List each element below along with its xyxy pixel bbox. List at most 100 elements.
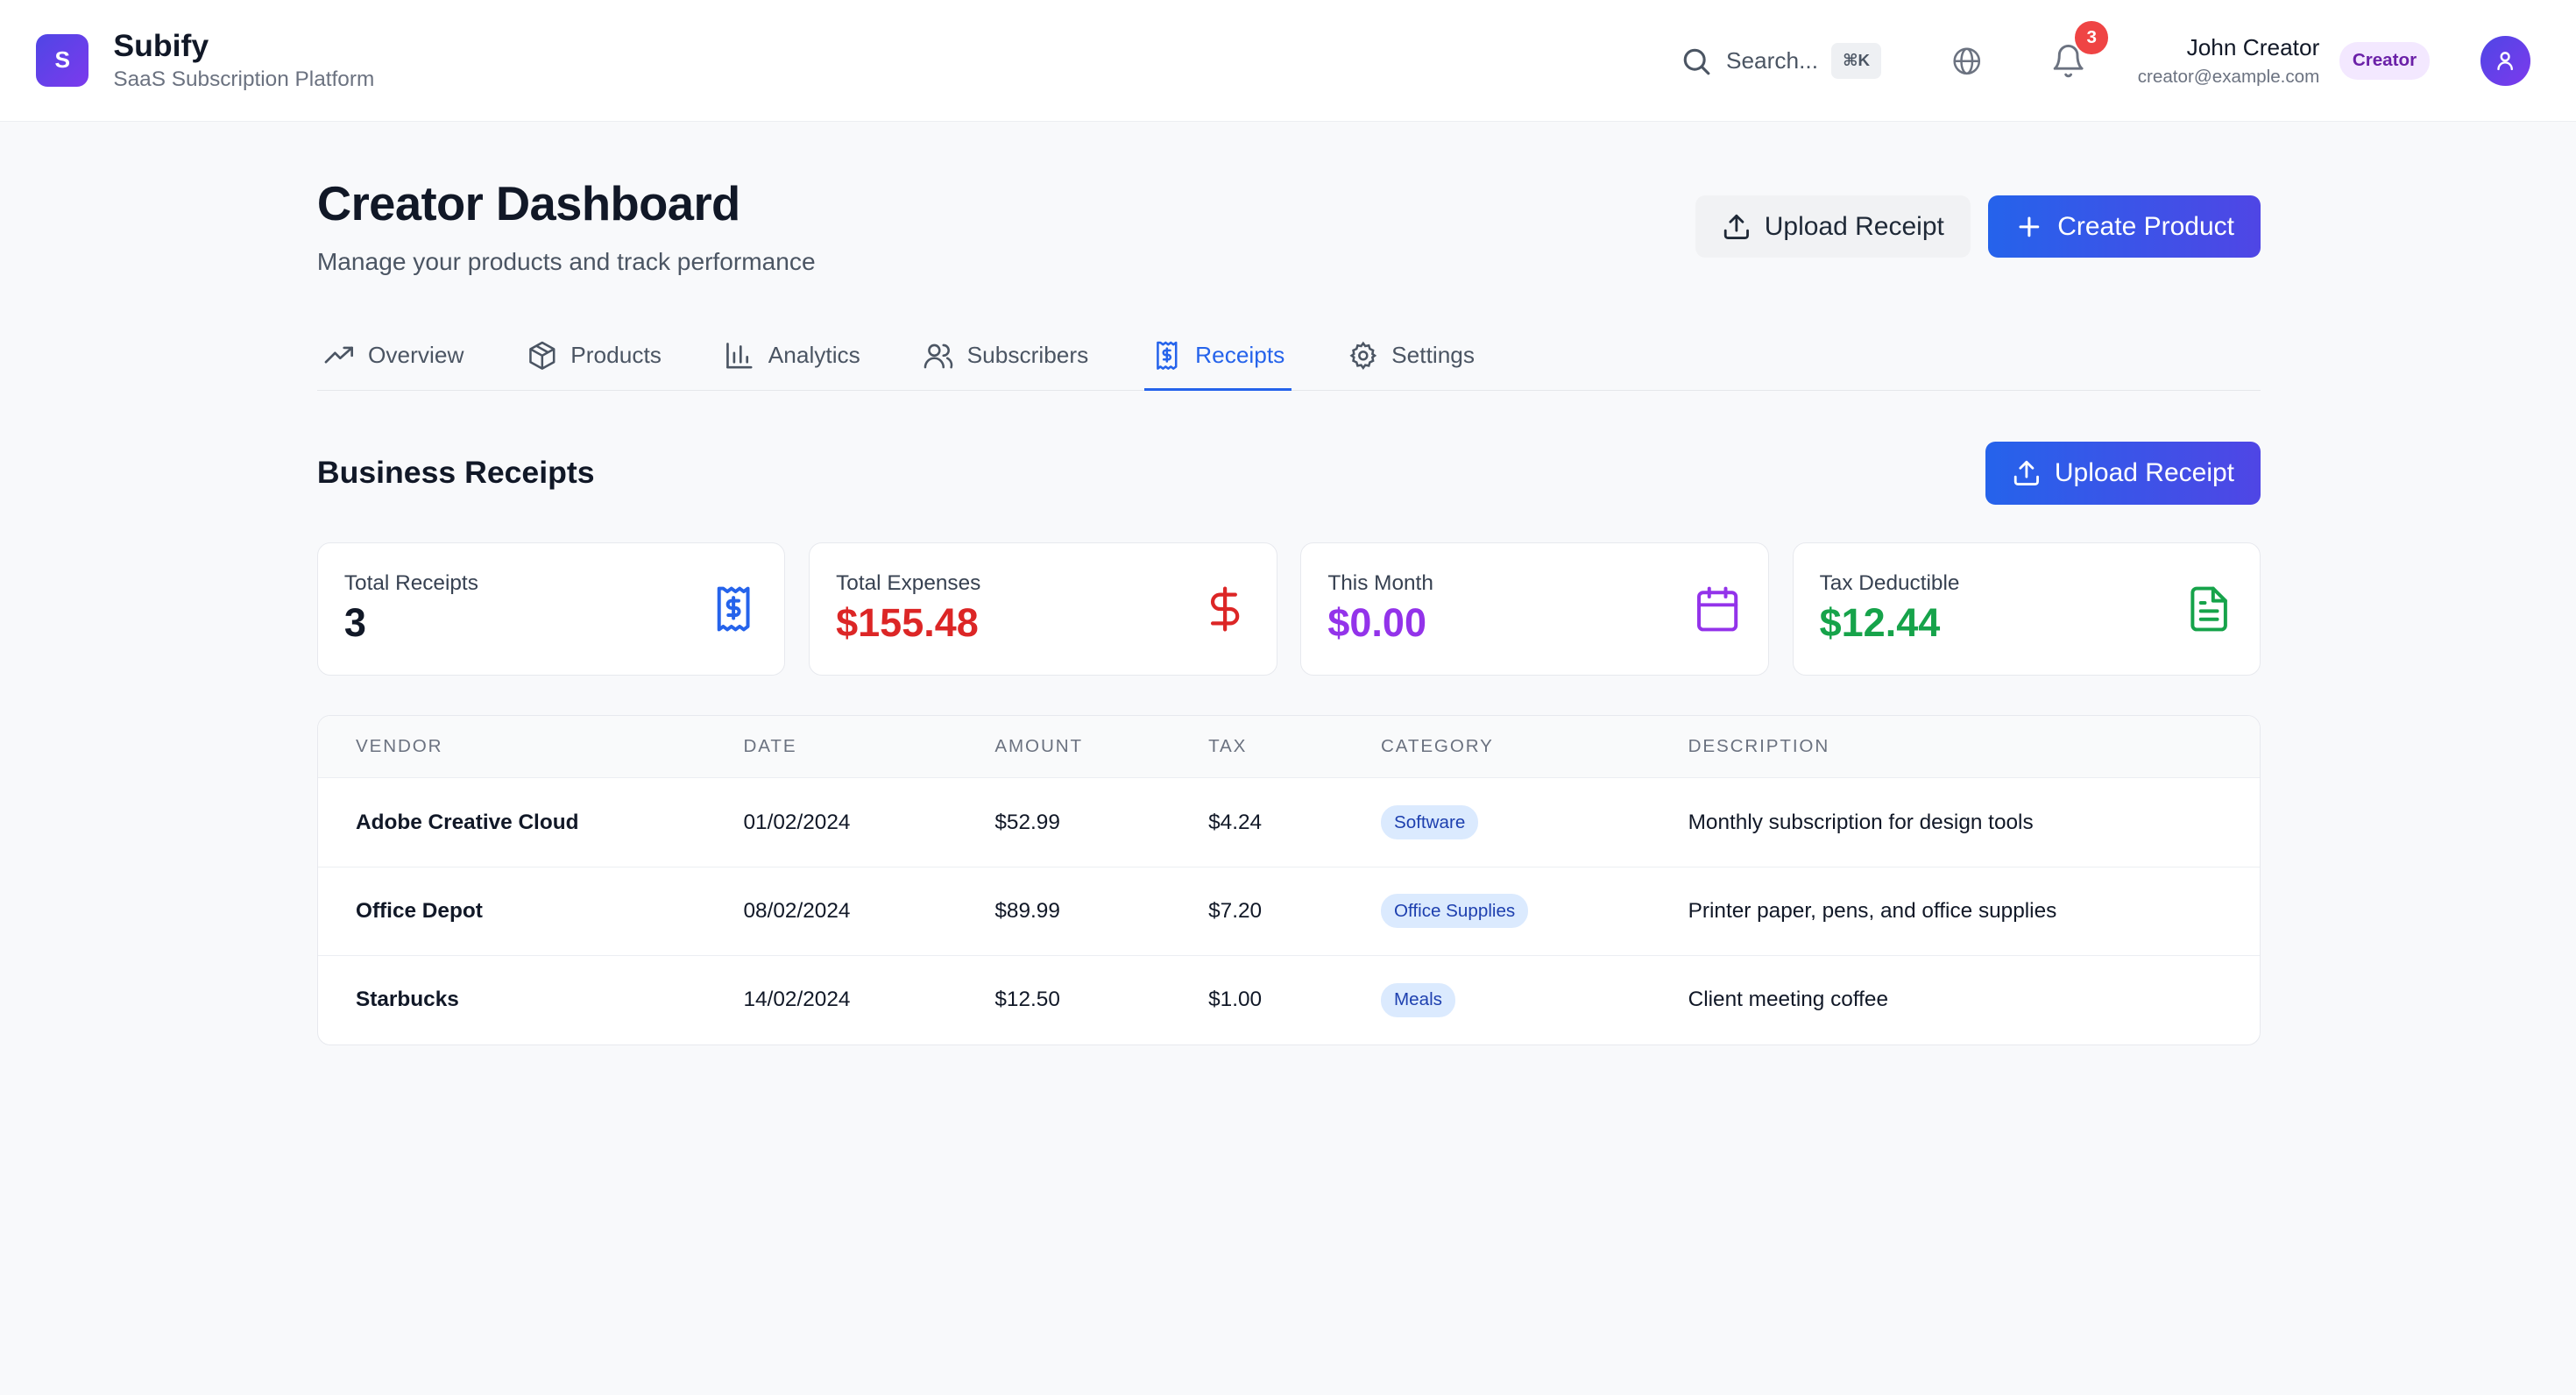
top-bar: S Subify SaaS Subscription Platform Sear… xyxy=(0,0,2576,122)
main-content: Creator Dashboard Manage your products a… xyxy=(316,122,2261,1045)
create-product-button[interactable]: Create Product xyxy=(1988,195,2261,258)
stat-value: $155.48 xyxy=(836,600,979,646)
search-icon xyxy=(1684,48,1710,74)
app-tagline: SaaS Subscription Platform xyxy=(113,67,375,92)
stat-value: $12.44 xyxy=(1819,600,1941,646)
column-header-date[interactable]: DATE xyxy=(705,715,958,779)
upload-receipt-button[interactable]: Upload Receipt xyxy=(1695,195,1971,258)
header-actions: Search... ⌘K 3 John Creator creator@exam… xyxy=(1680,0,2530,122)
upload-icon xyxy=(2013,460,2040,486)
upload-receipt-label: Upload Receipt xyxy=(1764,211,1944,241)
tab-receipts[interactable]: Receipts xyxy=(1144,322,1292,392)
cell-category: Meals xyxy=(1343,955,1651,1044)
user-name: John Creator xyxy=(2186,34,2320,61)
cell-amount: $52.99 xyxy=(957,777,1171,867)
category-badge: Office Supplies xyxy=(1381,894,1529,929)
notification-count-badge: 3 xyxy=(2075,21,2108,54)
trending-up-icon xyxy=(325,346,354,364)
cell-category: Office Supplies xyxy=(1342,867,1651,956)
tab-label: Overview xyxy=(368,342,464,369)
app-root: S Subify SaaS Subscription Platform Sear… xyxy=(0,0,2576,1395)
receipt-icon xyxy=(1156,341,1177,371)
stat-card-total-expenses: Total Expenses $155.48 xyxy=(809,542,1277,676)
table-row[interactable]: Starbucks 14/02/2024 $12.50 $1.00 Meals … xyxy=(318,955,2260,1044)
upload-receipt-primary-button[interactable]: Upload Receipt xyxy=(1985,442,2261,505)
file-text-icon xyxy=(2190,586,2227,632)
brand: Subify SaaS Subscription Platform xyxy=(113,28,374,92)
tab-label: Settings xyxy=(1391,342,1476,369)
tab-label: Subscribers xyxy=(966,342,1089,369)
stat-label: Total Expenses xyxy=(836,570,981,595)
language-button[interactable] xyxy=(1947,41,1986,81)
cell-date: 01/02/2024 xyxy=(705,777,958,867)
stat-card-this-month: This Month $0.00 xyxy=(1300,542,1769,676)
user-info[interactable]: John Creator creator@example.com xyxy=(2138,34,2320,88)
tab-label: Receipts xyxy=(1195,342,1285,369)
section-title: Business Receipts xyxy=(316,455,595,491)
gear-icon xyxy=(1348,341,1376,371)
app-logo[interactable]: S xyxy=(36,33,89,87)
tab-overview[interactable]: Overview xyxy=(317,322,471,390)
cell-tax: $7.20 xyxy=(1171,867,1343,956)
notifications-button[interactable]: 3 xyxy=(2049,21,2108,81)
receipts-table: VENDOR DATE AMOUNT TAX CATEGORY DESCRIPT… xyxy=(316,714,2261,1045)
stat-label: This Month xyxy=(1327,570,1433,595)
page-subtitle: Manage your products and track performan… xyxy=(316,248,816,276)
cell-tax: $1.00 xyxy=(1208,988,1263,1012)
upload-receipt-label: Upload Receipt xyxy=(2054,458,2234,487)
search-box[interactable]: Search... ⌘K xyxy=(1680,43,1882,79)
user-email: creator@example.com xyxy=(2137,66,2320,87)
search-placeholder[interactable]: Search... xyxy=(1726,47,1818,74)
plus-icon xyxy=(2019,216,2040,237)
cell-amount: $89.99 xyxy=(957,867,1171,956)
table-row[interactable]: Adobe Creative Cloud 01/02/2024 $52.99 $… xyxy=(317,777,2260,867)
page-title: Creator Dashboard xyxy=(316,176,740,230)
dollar-icon xyxy=(1211,586,1240,632)
calendar-icon xyxy=(1696,586,1737,632)
upload-icon xyxy=(1723,214,1749,239)
cell-description: Monthly subscription for design tools xyxy=(1650,777,2260,867)
dashboard-tabs: Overview Products Analytics Subscribers … xyxy=(316,322,2261,392)
cell-date: 14/02/2024 xyxy=(743,988,851,1012)
tab-products[interactable]: Products xyxy=(520,322,668,390)
page-header: Creator Dashboard Manage your products a… xyxy=(317,122,2261,322)
users-icon xyxy=(924,343,953,369)
tab-subscribers[interactable]: Subscribers xyxy=(916,322,1095,390)
cell-vendor: Office Depot xyxy=(317,867,706,956)
receipts-section-header: Business Receipts Upload Receipt xyxy=(317,391,2261,542)
category-badge: Meals xyxy=(1381,982,1455,1017)
user-icon xyxy=(2497,52,2514,71)
cell-description: Printer paper, pens, and office supplies xyxy=(1650,867,2260,956)
table-header-row: VENDOR DATE AMOUNT TAX CATEGORY DESCRIPT… xyxy=(317,715,2260,779)
cell-vendor: Adobe Creative Cloud xyxy=(317,777,706,867)
user-role-badge: Creator xyxy=(2339,42,2431,80)
column-header-description[interactable]: DESCRIPTION xyxy=(1650,715,2260,779)
app-name: Subify xyxy=(113,28,209,64)
column-header-vendor[interactable]: VENDOR xyxy=(317,715,706,779)
tab-label: Analytics xyxy=(768,342,860,369)
stat-value: $0.00 xyxy=(1327,600,1426,646)
column-header-category[interactable]: CATEGORY xyxy=(1342,715,1651,779)
cell-description: Client meeting coffee xyxy=(1688,988,1889,1012)
tab-analytics[interactable]: Analytics xyxy=(718,322,867,390)
cell-date: 08/02/2024 xyxy=(705,867,958,956)
stat-value: 3 xyxy=(343,600,366,646)
tab-label: Products xyxy=(570,342,662,369)
create-product-label: Create Product xyxy=(2057,211,2234,241)
table-row[interactable]: Office Depot 08/02/2024 $89.99 $7.20 Off… xyxy=(317,867,2260,956)
column-header-tax[interactable]: TAX xyxy=(1171,715,1343,779)
globe-icon xyxy=(1953,47,1980,74)
column-header-amount[interactable]: AMOUNT xyxy=(957,715,1171,779)
package-icon xyxy=(528,341,556,371)
cell-amount: $12.50 xyxy=(994,988,1060,1012)
tab-settings[interactable]: Settings xyxy=(1341,322,1481,390)
page-actions: Upload Receipt Create Product xyxy=(1695,195,2261,258)
cell-vendor: Starbucks xyxy=(356,988,459,1012)
stat-label: Total Receipts xyxy=(343,570,478,595)
cell-category: Software xyxy=(1342,777,1651,867)
avatar[interactable] xyxy=(2480,36,2530,86)
stat-label: Tax Deductible xyxy=(1819,570,1960,595)
receipt-icon xyxy=(717,586,750,632)
search-shortcut-badge: ⌘K xyxy=(1831,43,1882,79)
receipt-stats: Total Receipts 3 Total Expenses $155.48 … xyxy=(316,542,2261,676)
